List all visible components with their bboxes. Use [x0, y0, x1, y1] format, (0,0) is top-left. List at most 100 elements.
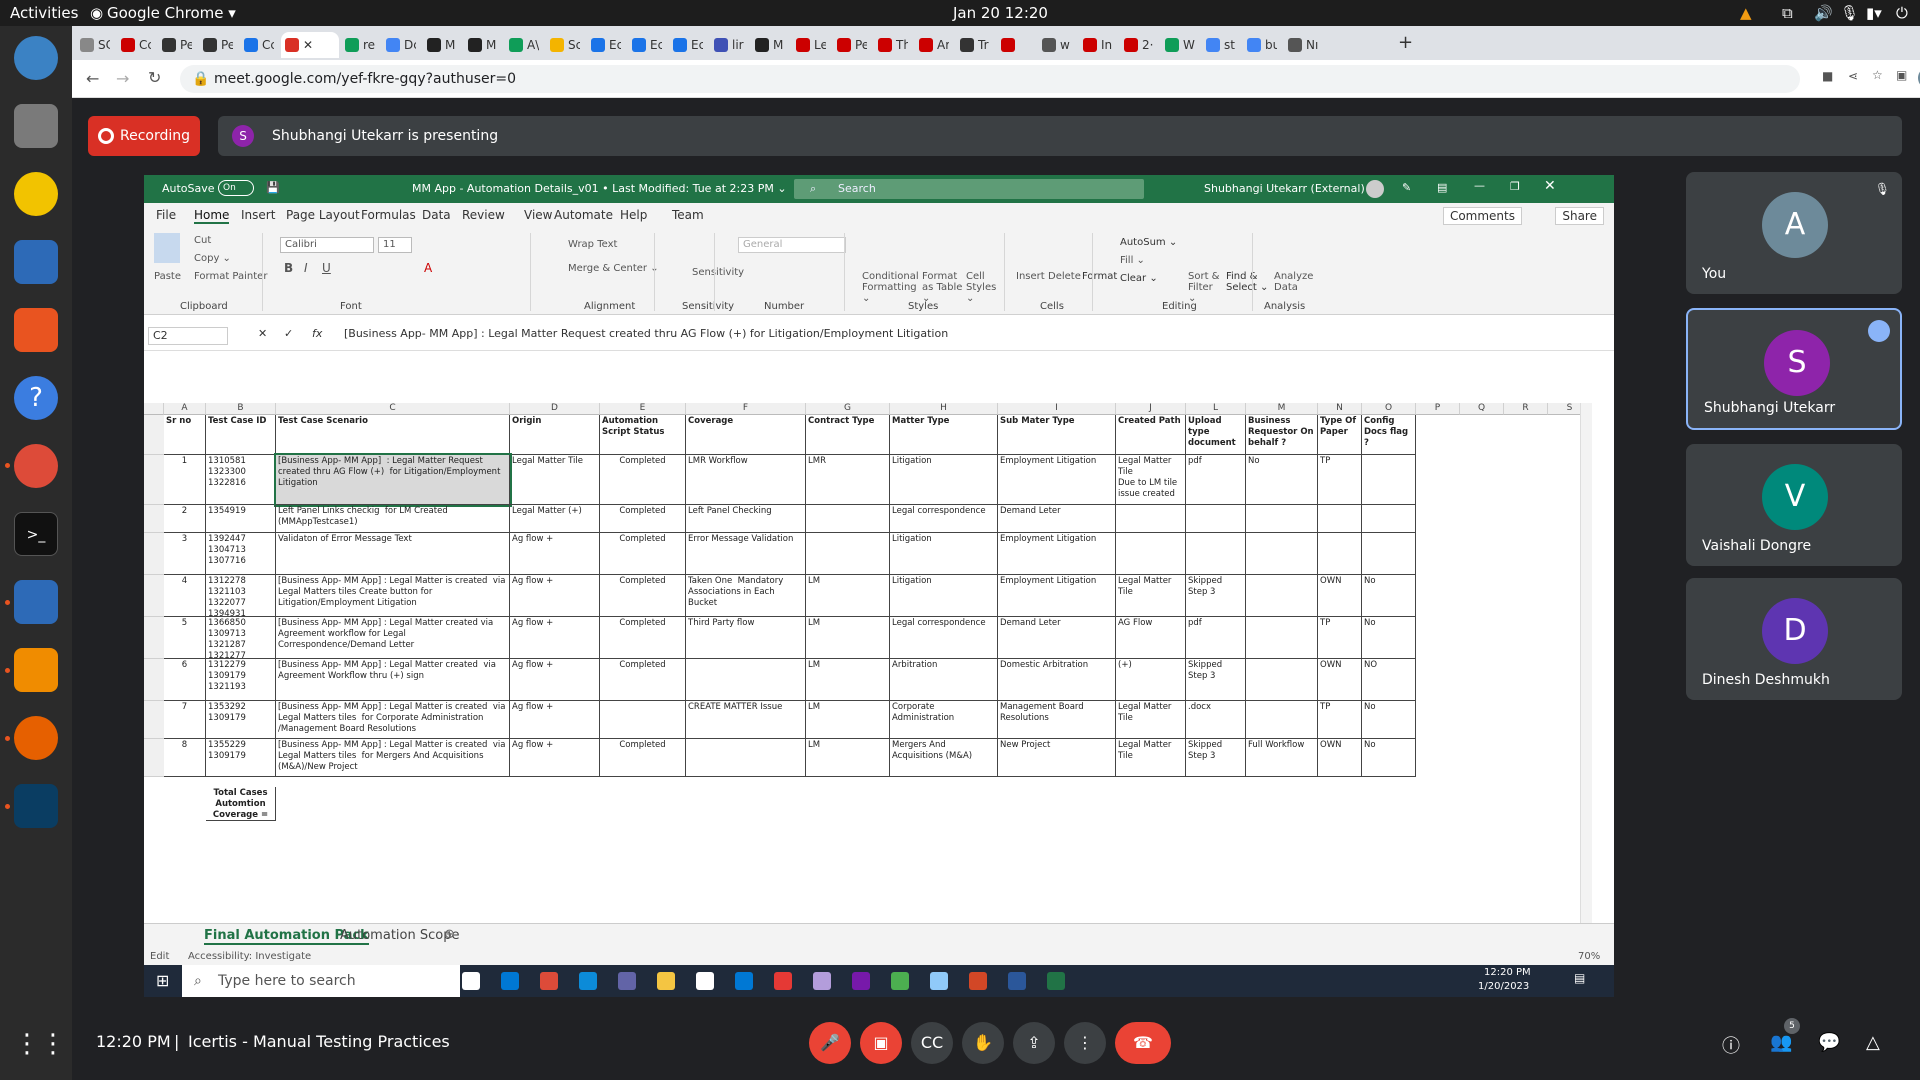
- column-header[interactable]: Q: [1460, 403, 1504, 415]
- browser-tab[interactable]: Nı: [1284, 32, 1318, 58]
- browser-tab[interactable]: ✕: [281, 32, 339, 58]
- excel-icon[interactable]: [1047, 972, 1065, 990]
- chat-icon[interactable]: 💬: [1818, 1032, 1840, 1053]
- header-cell[interactable]: Business Requestor On behalf ?: [1246, 415, 1318, 455]
- browser-tab[interactable]: A\: [505, 32, 539, 58]
- table-cell[interactable]: [1186, 505, 1246, 533]
- bookmark-icon[interactable]: ☆: [1872, 68, 1883, 82]
- libreoffice-writer-icon[interactable]: [14, 240, 58, 284]
- table-cell[interactable]: Employment Litigation: [998, 455, 1116, 505]
- column-header[interactable]: B: [206, 403, 276, 415]
- power-icon[interactable]: ⏻: [1896, 4, 1908, 22]
- table-cell[interactable]: Legal Matter Tile: [1116, 575, 1186, 617]
- table-cell[interactable]: Ag flow +: [510, 617, 600, 659]
- column-header[interactable]: F: [686, 403, 806, 415]
- save-icon[interactable]: 💾: [266, 181, 280, 194]
- delete-cells-button[interactable]: Delete: [1048, 271, 1081, 282]
- text-editor-icon[interactable]: [14, 580, 58, 624]
- table-cell[interactable]: Skipped Step 3: [1186, 575, 1246, 617]
- table-cell[interactable]: [686, 659, 806, 701]
- table-cell[interactable]: LM: [806, 739, 890, 777]
- close-tab-icon[interactable]: ✕: [303, 38, 313, 52]
- participant-tile[interactable]: S Shubhangi Utekarr: [1686, 308, 1902, 430]
- table-cell[interactable]: Legal Matter Tile: [510, 455, 600, 505]
- conditional-formatting-button[interactable]: Conditional Formatting ⌄: [862, 271, 922, 304]
- forward-icon[interactable]: →: [116, 69, 129, 88]
- warning-icon[interactable]: ▲: [1740, 4, 1752, 22]
- table-cell[interactable]: Ag flow +: [510, 739, 600, 777]
- row-header[interactable]: [144, 617, 164, 659]
- table-cell[interactable]: Completed: [600, 505, 686, 533]
- row-header[interactable]: [144, 701, 164, 739]
- table-cell[interactable]: [1362, 455, 1416, 505]
- browser-tab[interactable]: Ec: [628, 32, 662, 58]
- browser-tab[interactable]: re: [341, 32, 375, 58]
- address-bar[interactable]: 🔒 meet.google.com/yef-fkre-gqy?authuser=…: [180, 65, 1800, 93]
- table-cell[interactable]: Corporate Administration: [890, 701, 998, 739]
- row-header[interactable]: [144, 659, 164, 701]
- header-cell[interactable]: Matter Type: [890, 415, 998, 455]
- browser-tab[interactable]: Pe: [158, 32, 192, 58]
- table-cell[interactable]: [1186, 533, 1246, 575]
- column-header[interactable]: C: [276, 403, 510, 415]
- help-icon[interactable]: ?: [14, 376, 58, 420]
- zoom-level[interactable]: 70%: [1578, 951, 1600, 962]
- github-icon[interactable]: [696, 972, 714, 990]
- firefox-icon[interactable]: [14, 716, 58, 760]
- column-header[interactable]: O: [1362, 403, 1416, 415]
- table-cell[interactable]: LMR: [806, 455, 890, 505]
- ribbon-tab-data[interactable]: Data: [422, 208, 451, 222]
- table-cell[interactable]: [1318, 533, 1362, 575]
- participant-tile[interactable]: V Vaishali Dongre: [1686, 444, 1902, 566]
- close-icon[interactable]: ✕: [1544, 178, 1556, 194]
- fill-button[interactable]: Fill ⌄: [1120, 255, 1145, 266]
- ribbon-tab-insert[interactable]: Insert: [241, 208, 275, 222]
- ribbon-tab-view[interactable]: View: [524, 208, 552, 222]
- user-avatar[interactable]: [1366, 180, 1384, 198]
- table-cell[interactable]: [1246, 533, 1318, 575]
- table-cell[interactable]: 1354919: [206, 505, 276, 533]
- browser-tab[interactable]: Cc: [240, 32, 274, 58]
- bold-button[interactable]: B: [284, 261, 293, 275]
- back-icon[interactable]: ←: [86, 69, 99, 88]
- table-cell[interactable]: New Project: [998, 739, 1116, 777]
- share-icon[interactable]: ⋖: [1848, 69, 1858, 83]
- table-cell[interactable]: Ag flow +: [510, 533, 600, 575]
- table-cell[interactable]: 6: [164, 659, 206, 701]
- new-tab-icon[interactable]: +: [1398, 32, 1413, 53]
- table-cell[interactable]: Arbitration: [890, 659, 998, 701]
- browser-tab[interactable]: Ec: [669, 32, 703, 58]
- header-cell[interactable]: Test Case Scenario: [276, 415, 510, 455]
- table-cell[interactable]: TP: [1318, 701, 1362, 739]
- autosum-button[interactable]: AutoSum ⌄: [1120, 237, 1177, 248]
- underline-button[interactable]: U: [322, 261, 331, 275]
- ribbon-tab-page-layout[interactable]: Page Layout: [286, 208, 360, 222]
- header-cell[interactable]: Coverage: [686, 415, 806, 455]
- reload-icon[interactable]: ↻: [148, 68, 161, 87]
- app-icon[interactable]: [774, 972, 792, 990]
- table-cell[interactable]: Employment Litigation: [998, 575, 1116, 617]
- browser-tab[interactable]: Ar: [915, 32, 949, 58]
- onenote-icon[interactable]: [852, 972, 870, 990]
- table-cell[interactable]: [1246, 575, 1318, 617]
- ribbon-tab-formulas[interactable]: Formulas: [361, 208, 416, 222]
- app-menu[interactable]: Google Chrome ▾: [107, 4, 236, 22]
- wrap-text-button[interactable]: Wrap Text: [568, 239, 617, 250]
- table-cell[interactable]: OWN: [1318, 739, 1362, 777]
- table-cell[interactable]: 2: [164, 505, 206, 533]
- table-cell[interactable]: 1312279 1309179 1321193: [206, 659, 276, 701]
- font-color-button[interactable]: A: [424, 261, 432, 275]
- browser-tab[interactable]: 2·: [1120, 32, 1154, 58]
- number-format-select[interactable]: General: [738, 237, 846, 253]
- table-cell[interactable]: 1355229 1309179: [206, 739, 276, 777]
- table-cell[interactable]: [686, 739, 806, 777]
- table-cell[interactable]: OWN: [1318, 659, 1362, 701]
- table-cell[interactable]: Legal Matter Tile: [1116, 739, 1186, 777]
- taskbar-search[interactable]: ⌕ Type here to search: [182, 965, 460, 997]
- table-cell[interactable]: Skipped Step 3: [1186, 739, 1246, 777]
- file-explorer-icon[interactable]: [657, 972, 675, 990]
- browser-tab[interactable]: Dc: [382, 32, 416, 58]
- header-cell[interactable]: Automation Script Status: [600, 415, 686, 455]
- table-cell[interactable]: [1318, 505, 1362, 533]
- row-header[interactable]: [144, 533, 164, 575]
